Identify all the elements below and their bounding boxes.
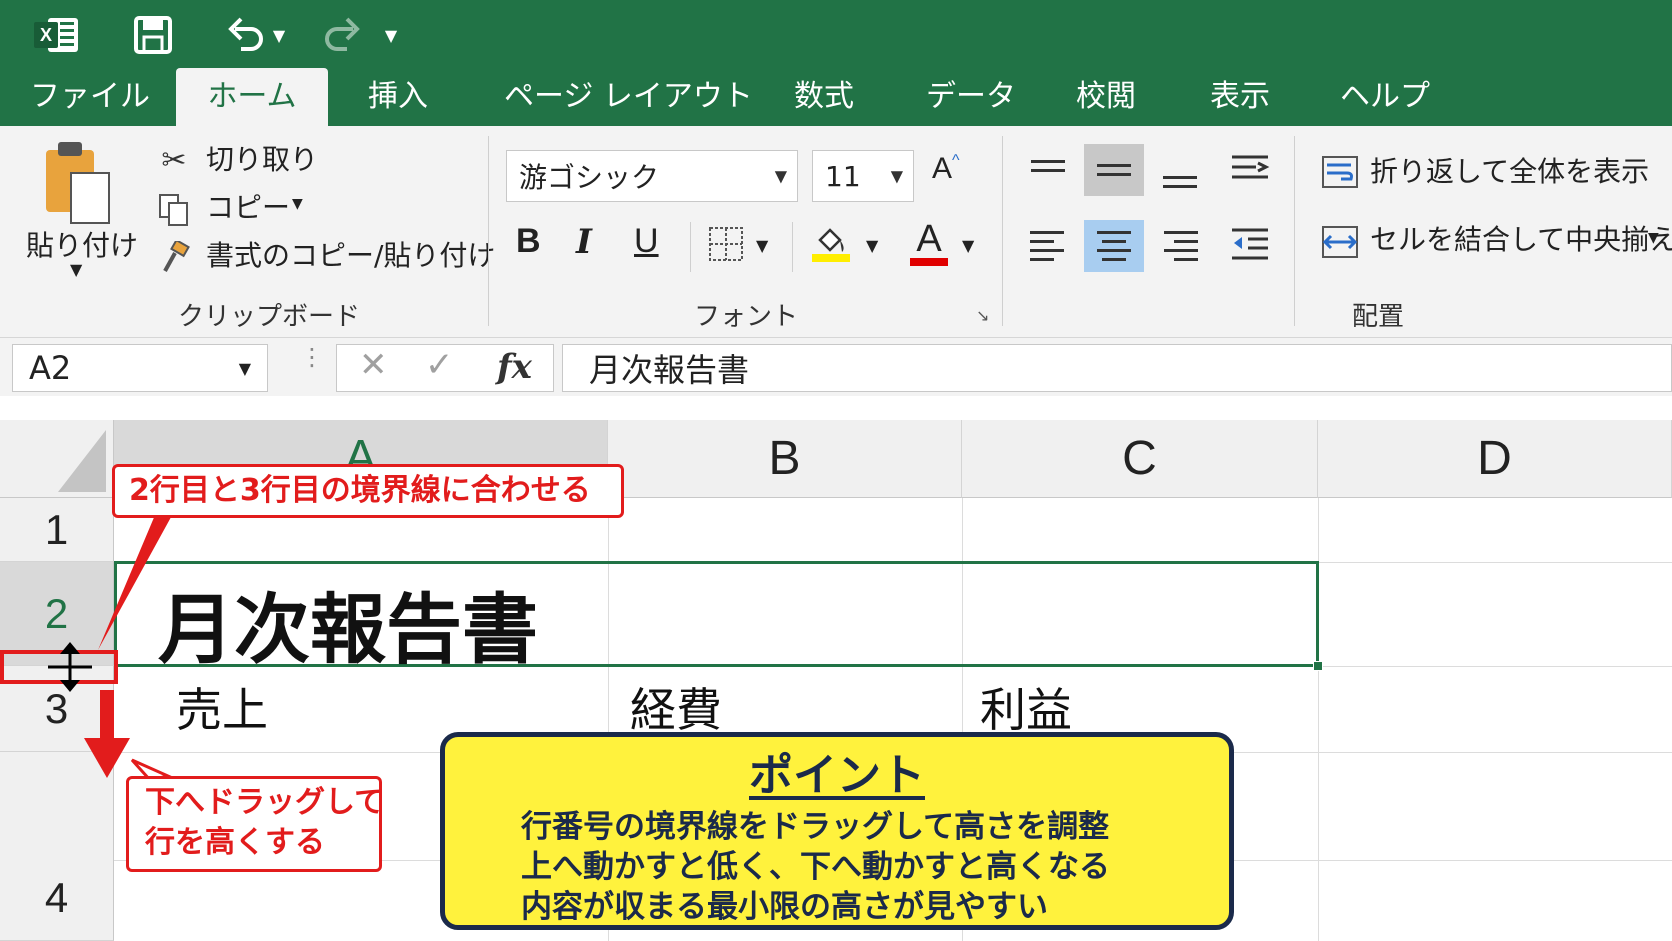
point-line-3: 内容が収まる最小限の高さが見やすい — [521, 889, 1048, 925]
drag-down-arrow — [100, 690, 114, 740]
callout-pointer — [98, 508, 176, 650]
drag-callout: 下へドラッグして 行を高くする — [126, 776, 385, 872]
row-resize-cursor-icon — [48, 642, 92, 692]
boundary-callout: 2行目と3行目の境界線に合わせる — [112, 464, 624, 518]
point-line-2: 上へ動かすと低く、下へ動かすと高くなる — [521, 849, 1110, 885]
drag-callout-line1: 下へドラッグして — [145, 785, 385, 820]
point-title: ポイント — [749, 750, 925, 801]
point-box: ポイント 行番号の境界線をドラッグして高さを調整 上へ動かすと低く、下へ動かすと… — [440, 732, 1234, 930]
point-line-1: 行番号の境界線をドラッグして高さを調整 — [521, 809, 1110, 845]
drag-callout-line2: 行を高くする — [145, 825, 325, 860]
drag-down-arrowhead-icon — [84, 738, 130, 778]
